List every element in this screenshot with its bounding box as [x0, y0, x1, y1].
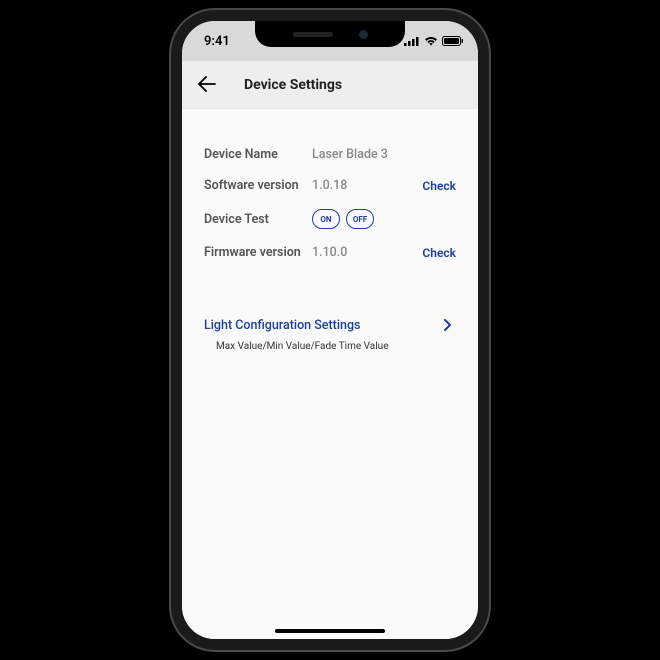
phone-frame: 9:41 Device Settings Device Name Laser B…: [171, 10, 489, 650]
software-version-value: 1.0.18: [312, 178, 422, 193]
device-test-label: Device Test: [204, 212, 312, 227]
notch: [255, 21, 405, 47]
device-name-value: Laser Blade 3: [312, 147, 456, 162]
home-indicator[interactable]: [275, 629, 385, 633]
device-test-off-button[interactable]: OFF: [346, 209, 374, 229]
software-check-button[interactable]: Check: [422, 179, 456, 193]
content-area: Device Name Laser Blade 3 Software versi…: [182, 109, 478, 639]
light-config-title: Light Configuration Settings: [204, 318, 361, 333]
software-version-label: Software version: [204, 178, 312, 193]
device-test-toggle: ON OFF: [312, 209, 374, 229]
light-config-row[interactable]: Light Configuration Settings: [204, 316, 456, 335]
page-title: Device Settings: [244, 77, 342, 93]
device-test-on-button[interactable]: ON: [312, 209, 340, 229]
page-header: Device Settings: [182, 61, 478, 109]
cellular-icon: [404, 36, 420, 46]
device-name-label: Device Name: [204, 147, 312, 162]
status-time: 9:41: [204, 34, 230, 49]
arrow-left-icon: [198, 76, 216, 92]
speaker-grille: [293, 32, 333, 37]
firmware-version-value: 1.10.0: [312, 245, 422, 260]
firmware-check-button[interactable]: Check: [422, 246, 456, 260]
row-device-name: Device Name Laser Blade 3: [204, 147, 456, 162]
back-button[interactable]: [198, 73, 216, 97]
row-firmware-version: Firmware version 1.10.0 Check: [204, 245, 456, 260]
front-camera: [359, 30, 368, 39]
firmware-version-label: Firmware version: [204, 245, 312, 260]
row-device-test: Device Test ON OFF: [204, 209, 456, 229]
chevron-right-icon: [444, 316, 452, 335]
battery-icon: [442, 36, 464, 46]
wifi-icon: [424, 36, 438, 46]
row-software-version: Software version 1.0.18 Check: [204, 178, 456, 193]
light-config-desc: Max Value/Min Value/Fade Time Value: [204, 341, 456, 352]
